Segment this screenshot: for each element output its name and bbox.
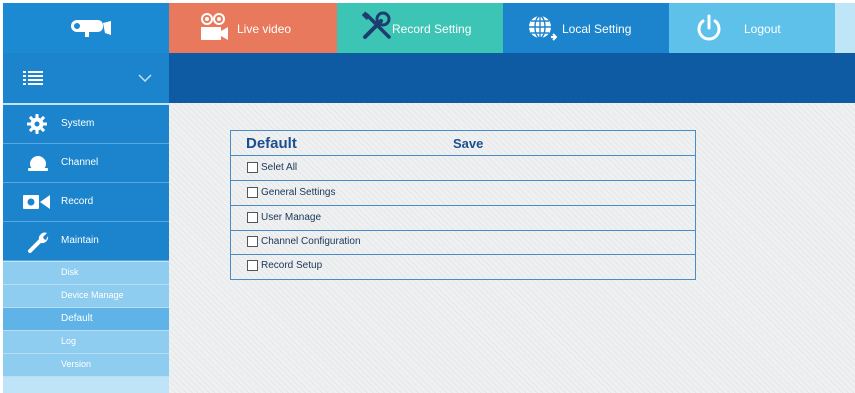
select-all-checkbox[interactable] (247, 162, 258, 173)
top-bar: Live video Record Setting Local Setting … (3, 3, 855, 53)
top-bar-end (835, 3, 855, 53)
record-icon (23, 195, 51, 212)
sidebar-item-label: Record (61, 196, 94, 207)
tools-icon (361, 11, 393, 46)
option-label: Selet All (261, 162, 298, 173)
camera-icon (195, 12, 231, 47)
tab-label: Local Setting (562, 22, 632, 36)
sidebar-subitem-version[interactable]: Version (3, 354, 169, 377)
panel-header: Default Save (231, 131, 695, 156)
panel-title: Default (246, 135, 297, 152)
logo (3, 3, 169, 53)
tab-label: Logout (744, 22, 781, 36)
sidebar: System Channel Record Maintain Disk Devi… (3, 103, 169, 393)
save-button[interactable]: Save (453, 136, 483, 151)
sidebar-subitem-label: Device Manage (61, 290, 124, 300)
sidebar-subitem-device-manage[interactable]: Device Manage (3, 285, 169, 308)
default-panel: Default Save Selet All General Settings … (230, 130, 696, 280)
option-row: Record Setup (231, 254, 695, 278)
main-content: Default Save Selet All General Settings … (169, 103, 855, 393)
option-row: Selet All (231, 156, 695, 181)
sidebar-item-record[interactable]: Record (3, 183, 169, 222)
option-label: User Manage (261, 212, 322, 223)
list-icon (23, 71, 43, 85)
sidebar-subitem-disk[interactable]: Disk (3, 262, 169, 285)
general-settings-checkbox[interactable] (247, 187, 258, 198)
power-icon (695, 14, 723, 45)
cctv-logo-icon (71, 20, 111, 37)
tab-record-setting[interactable]: Record Setting (337, 3, 503, 53)
tab-label: Record Setting (392, 22, 472, 36)
option-row: User Manage (231, 206, 695, 231)
secondary-band (3, 53, 855, 103)
channel-configuration-checkbox[interactable] (247, 236, 258, 247)
option-label: General Settings (261, 187, 336, 198)
menu-toggle[interactable] (3, 53, 169, 103)
sidebar-item-label: Maintain (61, 235, 99, 246)
sidebar-item-label: System (61, 118, 95, 129)
sidebar-subitem-log[interactable]: Log (3, 331, 169, 354)
sidebar-item-maintain[interactable]: Maintain (3, 222, 169, 261)
option-row: Channel Configuration (231, 230, 695, 255)
tab-local-setting[interactable]: Local Setting (503, 3, 669, 53)
user-manage-checkbox[interactable] (247, 212, 258, 223)
sidebar-subitem-default[interactable]: Default (3, 308, 169, 331)
option-label: Channel Configuration (261, 236, 361, 247)
tab-logout[interactable]: Logout (669, 3, 835, 53)
sidebar-subitem-label: Default (61, 313, 93, 324)
sidebar-subitem-label: Version (61, 359, 92, 369)
tab-live-video[interactable]: Live video (169, 3, 337, 53)
globe-icon (527, 13, 558, 46)
option-label: Record Setup (261, 260, 323, 271)
option-row: General Settings (231, 181, 695, 206)
sidebar-subitem-label: Disk (61, 267, 79, 277)
record-setup-checkbox[interactable] (247, 260, 258, 271)
tab-label: Live video (237, 22, 292, 36)
chevron-down-icon (138, 74, 152, 82)
sidebar-item-channel[interactable]: Channel (3, 144, 169, 183)
app-frame: Live video Record Setting Local Setting … (3, 3, 855, 393)
sidebar-item-system[interactable]: System (3, 105, 169, 144)
wrench-icon (27, 231, 49, 256)
dome-camera-icon (27, 153, 49, 176)
sidebar-item-label: Channel (61, 157, 99, 168)
sidebar-subitem-label: Log (61, 336, 77, 346)
gear-icon (27, 114, 47, 137)
